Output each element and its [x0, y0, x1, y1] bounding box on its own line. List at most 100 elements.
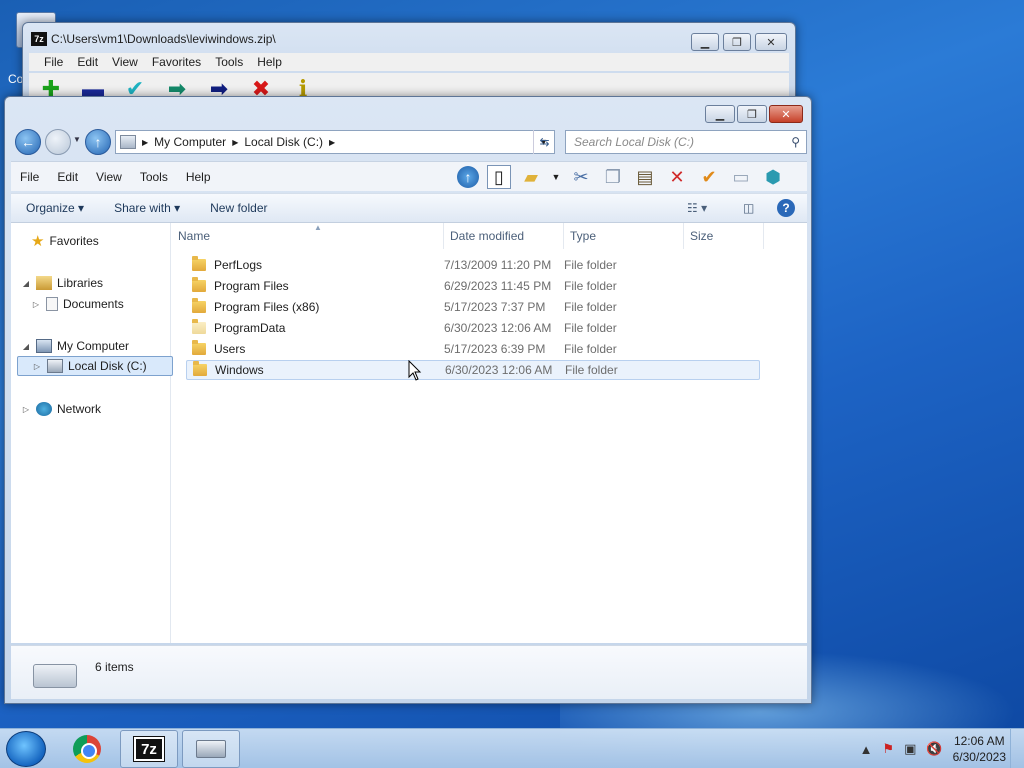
share-with-label: Share with: [114, 201, 171, 215]
minimize-button[interactable]: ▁: [691, 33, 719, 51]
taskbar-chrome[interactable]: [58, 730, 116, 768]
menu-help[interactable]: Help: [250, 53, 289, 71]
recent-pages-chevron-icon[interactable]: ▼: [73, 135, 81, 144]
column-type[interactable]: Type: [564, 223, 684, 249]
up-button[interactable]: ↑: [85, 129, 111, 155]
action-center-flag-icon[interactable]: ⚑: [882, 741, 894, 757]
globe-icon[interactable]: ⬢: [761, 165, 785, 189]
nav-favorites[interactable]: ★ Favorites: [31, 231, 99, 251]
column-date-modified[interactable]: Date modified: [444, 223, 564, 249]
table-row[interactable]: Program Files (x86) 5/17/2023 7:37 PM File…: [186, 297, 760, 317]
forward-button[interactable]: [45, 129, 71, 155]
collapsed-chevron-icon[interactable]: ▷: [21, 405, 31, 414]
file-type: File folder: [564, 342, 617, 356]
expanded-chevron-icon[interactable]: ◢: [21, 279, 31, 288]
show-desktop-button[interactable]: [1010, 729, 1024, 768]
collapsed-chevron-icon[interactable]: ▷: [32, 362, 42, 371]
taskbar-explorer[interactable]: [182, 730, 240, 768]
menu-edit[interactable]: Edit: [70, 53, 105, 71]
dropdown-chevron-icon[interactable]: ▼: [551, 165, 561, 189]
clock-time: 12:06 AM: [953, 734, 1005, 748]
network-status-icon[interactable]: ▣: [904, 741, 916, 757]
search-icon[interactable]: ⚲: [791, 135, 800, 149]
file-name: Program Files (x86): [214, 300, 320, 314]
nav-my-computer[interactable]: ◢ My Computer: [21, 336, 129, 356]
sort-ascending-icon: ▲: [314, 223, 322, 232]
mouse-cursor-icon: [408, 360, 422, 381]
file-date: 5/17/2023 6:39 PM: [444, 342, 546, 356]
breadcrumb-separator-icon: ▶: [329, 137, 336, 147]
maximize-button[interactable]: ❐: [737, 105, 767, 123]
menu-tools[interactable]: Tools: [131, 170, 177, 184]
help-icon[interactable]: ?: [777, 199, 795, 217]
copy-icon[interactable]: ❐: [601, 165, 625, 189]
file-type: File folder: [564, 279, 617, 293]
close-button[interactable]: ✕: [769, 105, 803, 123]
undo-check-icon[interactable]: ✔: [697, 165, 721, 189]
menu-help[interactable]: Help: [177, 170, 220, 184]
clock[interactable]: 12:06 AM 6/30/2023: [953, 733, 1006, 765]
table-row[interactable]: ProgramData 6/30/2023 12:06 AM File folder: [186, 318, 760, 338]
file-type: File folder: [564, 300, 617, 314]
menu-view[interactable]: View: [105, 53, 145, 71]
menu-file[interactable]: File: [37, 53, 70, 71]
maximize-button[interactable]: ❐: [723, 33, 751, 51]
cut-icon[interactable]: ✂: [569, 165, 593, 189]
file-name-cell: Program Files (x86): [186, 298, 444, 314]
computer-icon: [120, 135, 136, 149]
7zip-titlebar: 7z C:\Users\vm1\Downloads\leviwindows.zi…: [31, 32, 276, 46]
column-name[interactable]: Name ▲: [172, 223, 444, 249]
nav-libraries[interactable]: ◢ Libraries: [21, 273, 103, 293]
folder-options-icon[interactable]: ▰: [519, 165, 543, 189]
view-options-icon[interactable]: ☷ ▾: [687, 201, 707, 215]
breadcrumb-local-disk[interactable]: Local Disk (C:): [244, 135, 323, 149]
file-name: Windows: [215, 363, 264, 377]
share-with-button[interactable]: Share with ▾: [99, 201, 195, 215]
file-date: 6/29/2023 11:45 PM: [444, 279, 552, 293]
new-folder-button[interactable]: New folder: [195, 201, 282, 215]
properties-icon[interactable]: ▭: [729, 165, 753, 189]
table-row[interactable]: Program Files 6/29/2023 11:45 PM File fold…: [186, 276, 760, 296]
search-input[interactable]: Search Local Disk (C:) ⚲: [565, 130, 807, 154]
file-date: 5/17/2023 7:37 PM: [444, 300, 546, 314]
explorer-body: ★ Favorites ◢ Libraries ▷ Documents ◢ My…: [11, 223, 807, 643]
start-button[interactable]: [6, 731, 46, 767]
minimize-button[interactable]: ▁: [705, 105, 735, 123]
menu-view[interactable]: View: [87, 170, 131, 184]
menu-tools[interactable]: Tools: [208, 53, 250, 71]
collapsed-chevron-icon[interactable]: ▷: [31, 300, 41, 309]
column-size[interactable]: Size: [684, 223, 764, 249]
folders-pane-icon[interactable]: ▯: [487, 165, 511, 189]
preview-pane-icon[interactable]: ◫: [743, 201, 754, 215]
nav-documents[interactable]: ▷ Documents: [31, 294, 124, 314]
taskbar-7zip[interactable]: 7z: [120, 730, 178, 768]
file-name-cell: Program Files: [186, 277, 444, 293]
back-button[interactable]: ←: [15, 129, 41, 155]
breadcrumb-separator-icon: ▶: [232, 137, 239, 147]
delete-icon[interactable]: ✕: [665, 165, 689, 189]
expanded-chevron-icon[interactable]: ◢: [21, 342, 31, 351]
menu-favorites[interactable]: Favorites: [145, 53, 208, 71]
address-bar[interactable]: ▶ My Computer ▶ Local Disk (C:) ▶ ▼: [115, 130, 555, 154]
folder-icon: [192, 277, 206, 292]
table-row[interactable]: Windows 6/30/2023 12:06 AM File folder: [186, 360, 760, 380]
up-folder-icon[interactable]: ↑: [457, 166, 479, 188]
nav-local-disk[interactable]: ▷ Local Disk (C:): [17, 356, 173, 376]
close-button[interactable]: ✕: [755, 33, 787, 51]
document-icon: [46, 297, 58, 311]
file-type: File folder: [565, 363, 618, 377]
table-row[interactable]: Users 5/17/2023 6:39 PM File folder: [186, 339, 760, 359]
7zip-icon: 7z: [133, 736, 165, 762]
show-hidden-icons-icon[interactable]: ▲: [860, 742, 873, 757]
breadcrumb-my-computer[interactable]: My Computer: [154, 135, 226, 149]
organize-button[interactable]: Organize ▾: [11, 201, 99, 215]
nav-network[interactable]: ▷ Network: [21, 399, 101, 419]
column-name-label: Name: [178, 229, 211, 243]
table-row[interactable]: PerfLogs 7/13/2009 11:20 PM File folder: [186, 255, 760, 275]
file-name: ProgramData: [214, 321, 286, 335]
menu-file[interactable]: File: [11, 170, 48, 184]
refresh-button[interactable]: ⇆: [533, 130, 555, 154]
paste-icon[interactable]: ▤: [633, 165, 657, 189]
menu-edit[interactable]: Edit: [48, 170, 87, 184]
volume-muted-icon[interactable]: 🔇: [926, 741, 942, 757]
